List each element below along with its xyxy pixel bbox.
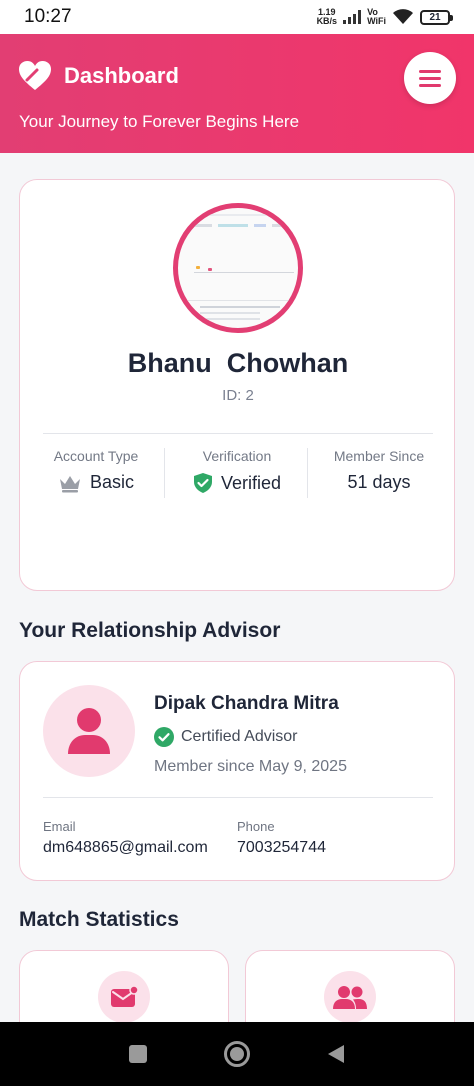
check-circle-icon [154,727,174,747]
stat-value: 51 days [347,472,411,492]
stat-separator [307,448,308,498]
advisor-certification: Certified Advisor [154,727,298,747]
page-subtitle: Your Journey to Forever Begins Here [19,112,300,131]
app-header: Dashboard Your Journey to Forever Begins… [0,34,474,153]
advisor-divider [43,797,433,798]
stat-value: Verified [220,472,282,493]
profile-divider [43,433,433,434]
stat-label: Account Type [53,448,139,464]
stat-separator [164,448,165,498]
advisor-card: Dipak Chandra Mitra Certified Advisor Me… [19,661,455,881]
status-icons: 1.19 KB/s Vo WiFi 21 [317,8,453,26]
stat-value: Basic [89,472,134,492]
heart-icon [19,61,51,90]
menu-button[interactable] [404,52,456,104]
match-statistics-title: Match Statistics [19,908,179,931]
vowifi-label: Vo WiFi [367,8,386,26]
advisor-section-title: Your Relationship Advisor [19,619,281,642]
signal-icon [343,10,362,24]
advisor-certified-label: Certified Advisor [181,728,298,745]
stat-value-row: Verified [167,472,307,494]
profile-card: Bhanu Chowhan ID: 2 Account Type Basic V… [19,179,455,591]
status-bar: 10:27 1.19 KB/s Vo WiFi 21 [0,0,474,34]
advisor-email[interactable]: dm648865@gmail.com [43,839,208,857]
shield-check-icon [193,473,212,493]
advisor-avatar [43,685,135,777]
profile-name: Bhanu Chowhan [127,348,349,378]
advisor-name: Dipak Chandra Mitra [154,693,339,714]
profile-avatar[interactable] [173,203,303,333]
wifi-icon [393,9,413,24]
back-icon[interactable] [326,1043,346,1065]
stat-label: Member Since [333,448,425,464]
home-icon[interactable] [223,1040,251,1068]
mail-notification-icon [98,971,150,1023]
advisor-phone[interactable]: 7003254744 [237,839,326,857]
battery-icon: 21 [420,9,453,25]
stat-value-row: Basic [26,472,166,493]
users-icon [324,971,376,1023]
phone-label: Phone [237,819,275,834]
stat-label: Verification [202,448,272,464]
battery-level: 21 [429,11,441,23]
advisor-member-since: Member since May 9, 2025 [154,758,347,775]
brand: Dashboard [18,60,179,92]
user-icon [68,708,110,754]
page-title: Dashboard [64,63,179,88]
stat-member-since: Member Since 51 days [309,448,449,493]
wifi-label: WiFi [367,16,386,26]
hamburger-menu-icon [419,69,441,73]
crown-icon [59,475,80,492]
network-speed: 1.19 KB/s [317,8,338,26]
stat-verification: Verification Verified [167,448,307,494]
recent-apps-icon[interactable] [128,1044,148,1064]
system-navigation-bar [0,1022,474,1086]
network-speed-unit: KB/s [316,16,338,26]
email-label: Email [43,819,76,834]
status-time: 10:27 [24,6,72,27]
stat-value-row: 51 days [309,472,449,493]
profile-id: ID: 2 [222,387,254,404]
stat-account-type: Account Type Basic [26,448,166,493]
